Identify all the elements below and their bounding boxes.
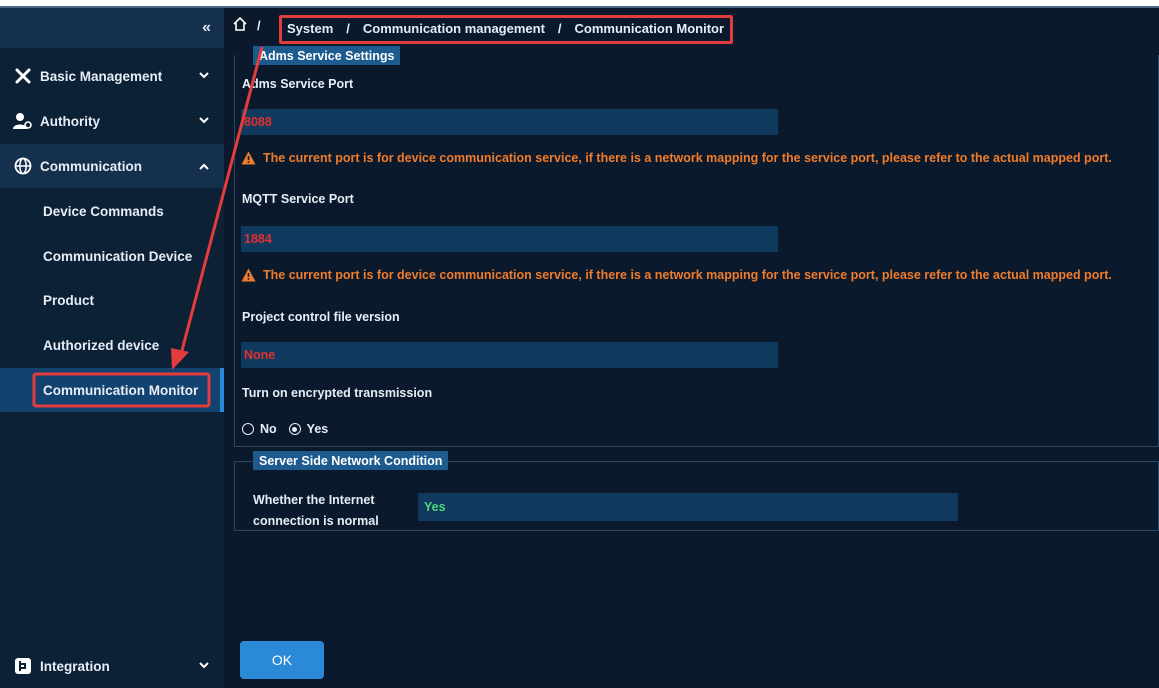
version-field[interactable]: None [241,342,778,368]
adms-port-label: Adms Service Port [242,77,354,91]
adms-settings-legend: Adms Service Settings [253,46,401,65]
internet-connection-label-line1: Whether the Internet [253,493,375,507]
sidebar-item-device-commands[interactable]: Device Commands [0,189,224,233]
chevron-down-icon [199,662,209,669]
warning-text: The current port is for device communica… [263,268,1112,282]
sidebar-item-label: Device Commands [43,203,164,219]
sidebar-item-label: Authorized device [43,337,160,353]
breadcrumb-item-communication-management[interactable]: Communication management [363,21,545,36]
sidebar-item-label: Product [43,292,95,308]
collapse-icon[interactable]: « [202,19,211,37]
radio-no-label: No [260,422,277,436]
encrypt-label: Turn on encrypted transmission [242,386,433,400]
internet-connection-label-line2: connection is normal [253,514,379,528]
chevron-up-icon [199,163,209,170]
mqtt-port-warning: The current port is for device communica… [241,268,1112,282]
breadcrumb-items: System / Communication management / Comm… [287,21,724,36]
radio-yes[interactable] [288,423,301,435]
integration-icon [12,656,34,676]
mqtt-port-label: MQTT Service Port [242,192,354,206]
sidebar-item-communication-monitor[interactable]: Communication Monitor [0,368,224,412]
sidebar-item-integration[interactable]: Integration [0,644,224,688]
breadcrumb-separator: / [346,21,350,36]
sidebar-item-product[interactable]: Product [0,278,224,322]
sidebar-item-label: Communication Monitor [43,382,199,398]
tools-icon [12,66,34,86]
chevron-down-icon [199,117,209,124]
radio-yes-label: Yes [306,422,329,436]
sidebar-item-label: Integration [40,658,110,674]
internet-connection-label: Whether the Internet connection is norma… [253,490,393,532]
breadcrumb-separator: / [257,17,261,33]
user-gear-icon [12,111,34,131]
version-label: Project control file version [242,310,400,324]
warning-icon [241,151,256,165]
mqtt-port-field[interactable]: 1884 [241,226,778,252]
home-icon[interactable] [232,16,248,35]
chevron-down-icon [199,72,209,79]
breadcrumb-item-system[interactable]: System [287,21,333,36]
sidebar-collapse-row[interactable]: « [0,8,224,48]
network-condition-legend: Server Side Network Condition [253,451,449,470]
warning-icon [241,268,256,282]
encrypt-radio-group: No Yes [242,422,328,436]
internet-connection-value: Yes [418,493,958,521]
breadcrumb-item-communication-monitor: Communication Monitor [574,21,725,36]
sidebar-item-label: Basic Management [40,68,163,84]
sidebar-item-communication[interactable]: Communication [0,144,224,188]
adms-port-warning: The current port is for device communica… [241,151,1112,165]
breadcrumb: / [232,14,270,36]
sidebar-item-label: Authority [40,113,100,129]
warning-text: The current port is for device communica… [263,151,1112,165]
radio-no[interactable] [242,423,254,435]
breadcrumb-separator: / [557,21,562,36]
ok-button[interactable]: OK [240,641,324,679]
sidebar-item-basic-management[interactable]: Basic Management [0,54,224,98]
sidebar-item-label: Communication Device [43,248,193,264]
sidebar-item-communication-device[interactable]: Communication Device [0,234,224,278]
sidebar-item-authorized-device[interactable]: Authorized device [0,323,224,367]
sidebar-item-authority[interactable]: Authority [0,99,224,143]
sidebar-item-label: Communication [40,158,143,174]
sidebar: « Basic Management Authority Communicati… [0,8,224,688]
adms-port-field[interactable]: 8088 [241,109,778,135]
globe-icon [12,156,34,176]
